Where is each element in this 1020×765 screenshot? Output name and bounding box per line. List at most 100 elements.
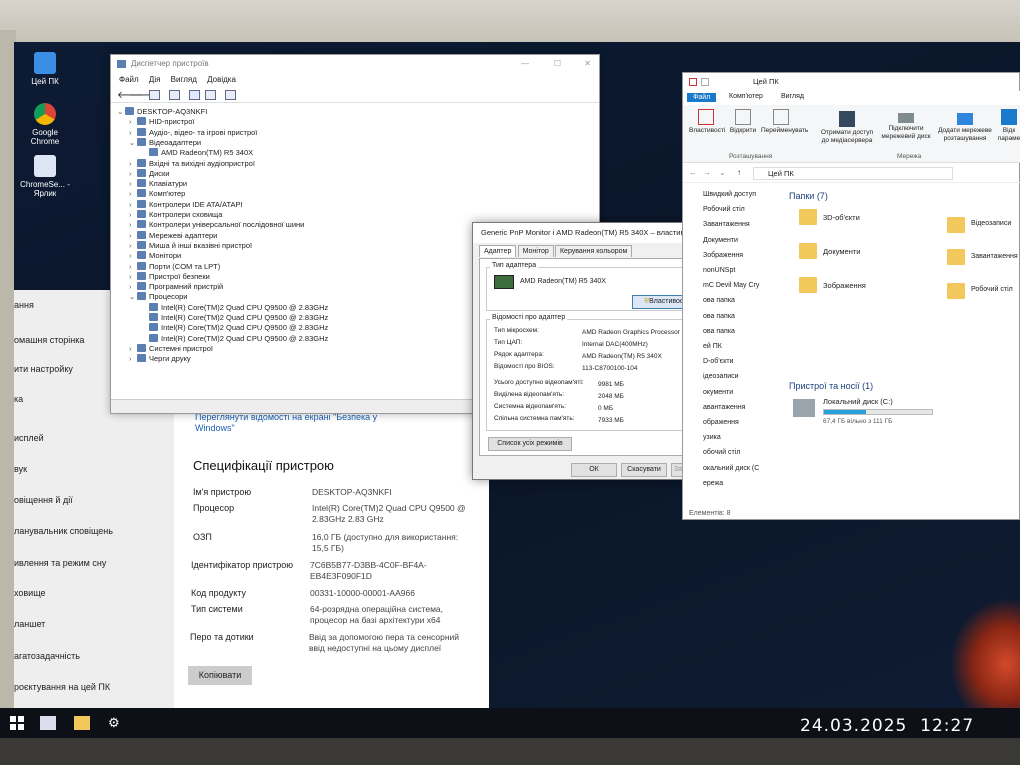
nav-item[interactable]: ання [14, 300, 34, 310]
tree-row[interactable]: › Програмний пристрій [129, 282, 223, 292]
maximize-icon[interactable]: ☐ [554, 55, 561, 73]
nav-pane-item[interactable]: D-об'єкти [703, 358, 733, 365]
folder-label[interactable]: Документи [823, 247, 860, 256]
expand-arrow-icon[interactable]: › [129, 200, 137, 210]
file-explorer-taskbar-icon[interactable] [74, 716, 90, 730]
nav-pane-item[interactable]: ображення [703, 419, 739, 426]
close-icon[interactable]: ✕ [584, 55, 591, 73]
tree-row[interactable]: › Монітори [129, 251, 181, 261]
start-icon[interactable] [10, 716, 26, 730]
address-field[interactable]: Цей ПК [753, 167, 953, 180]
menu-file[interactable]: Файл [119, 75, 139, 84]
expand-arrow-icon[interactable]: › [129, 159, 137, 169]
tree-row[interactable]: › Клавіатури [129, 179, 187, 189]
nav-pane-item[interactable]: ідеозаписи [703, 373, 739, 380]
tree-row[interactable]: › Системні пристрої [129, 343, 213, 354]
tree-row[interactable]: ⌄ Процесори [129, 292, 187, 302]
drives-header[interactable]: Пристрої та носії (1) [789, 381, 873, 391]
ribbon-open-button[interactable]: Відкрити [729, 109, 757, 135]
nav-pane-item[interactable]: окальний диск (C [703, 465, 759, 472]
nav-pane-item[interactable]: окументи [703, 389, 733, 396]
forward-icon[interactable]: → [703, 168, 711, 177]
nav-item-display[interactable]: исплей [14, 433, 44, 443]
desktop-icon-chrome-shortcut[interactable]: ChromeSe... - Ярлик [20, 155, 70, 198]
nav-pane-item[interactable]: ова папка [703, 297, 735, 304]
expand-arrow-icon[interactable]: › [129, 179, 137, 189]
tab-monitor[interactable]: Монітор [517, 245, 554, 257]
tree-row[interactable]: › Комп'ютер [129, 189, 185, 199]
nav-pane-item[interactable]: ережа [703, 480, 723, 487]
settings-gear-icon[interactable]: ⚙ [108, 716, 124, 730]
tree-row[interactable]: ⌄ Відеоадаптери [129, 137, 201, 148]
nav-item-home[interactable]: омашня сторінка [14, 335, 84, 345]
taskbar-clock[interactable]: 24.03.2025 12:27 [800, 716, 974, 736]
nav-pane-item[interactable]: Робочий стіл [703, 206, 745, 213]
expand-arrow-icon[interactable]: › [129, 354, 137, 364]
ribbon-add-location-button[interactable]: Додати мережеве розташування [937, 113, 993, 143]
nav-pane-item[interactable]: Зображення [703, 252, 743, 259]
nav-item[interactable]: ка [14, 394, 23, 404]
tree-row[interactable]: Intel(R) Core(TM)2 Quad CPU Q9500 @ 2.83… [141, 323, 328, 333]
expand-arrow-icon[interactable]: ⌄ [117, 107, 125, 117]
nav-pane-item[interactable]: ова папка [703, 328, 735, 335]
tree-row[interactable]: › Мережеві адаптери [129, 230, 217, 241]
ribbon-map-drive-button[interactable]: Підключити мережевий диск [879, 113, 933, 141]
tree-row[interactable]: › Черги друку [129, 354, 191, 364]
desktop-icon-this-pc[interactable]: Цей ПК [20, 52, 70, 86]
ribbon-properties-button[interactable]: Властивості [689, 109, 725, 135]
nav-item-focus[interactable]: ланувальник сповіщень [14, 526, 113, 536]
expand-arrow-icon[interactable]: › [129, 210, 137, 220]
drive-name[interactable]: Локальний диск (C:) [823, 397, 893, 406]
copy-button[interactable]: Копіювати [188, 666, 252, 685]
folder-label[interactable]: Завантаження [971, 253, 1018, 260]
expand-arrow-icon[interactable]: ⌄ [129, 138, 137, 148]
tree-row[interactable]: › Контролери IDE ATA/ATAPI [129, 199, 243, 210]
tree-row[interactable]: › Миша й інші вказівні пристрої [129, 240, 252, 251]
folder-label[interactable]: 3D-об'єкти [823, 213, 860, 222]
security-link[interactable]: Переглянути відомості на екрані "Безпека… [195, 412, 385, 434]
nav-item-power[interactable]: ивлення та режим сну [14, 558, 106, 568]
up-icon[interactable]: ↑ [737, 168, 741, 177]
nav-pane-item[interactable]: Швидкий доступ [703, 191, 756, 198]
nav-pane-item[interactable]: обочий стіл [703, 449, 740, 456]
expand-arrow-icon[interactable]: ⌄ [129, 292, 137, 302]
nav-item-notifications[interactable]: овіщення й дії [14, 495, 73, 505]
nav-pane-item[interactable]: узика [703, 434, 721, 441]
tree-row[interactable]: AMD Radeon(TM) R5 340X [141, 148, 253, 158]
menu-view[interactable]: Вигляд [171, 75, 197, 84]
scan-hardware-icon[interactable] [225, 90, 236, 100]
expand-arrow-icon[interactable]: › [129, 117, 137, 127]
nav-pane-item[interactable]: ей ПК [703, 343, 722, 350]
expand-arrow-icon[interactable]: › [129, 169, 137, 179]
quick-access-icon[interactable] [689, 78, 697, 86]
expand-arrow-icon[interactable]: › [129, 231, 137, 241]
folder-label[interactable]: Відеозаписи [971, 220, 1011, 227]
tree-row[interactable]: › Пристрої безпеки [129, 271, 210, 282]
expand-arrow-icon[interactable]: › [129, 220, 137, 230]
nav-pane-item[interactable]: авантаження [703, 404, 745, 411]
nav-pane-item[interactable]: nonUNSpt [703, 267, 735, 274]
expand-arrow-icon[interactable]: › [129, 128, 137, 138]
expand-arrow-icon[interactable]: › [129, 241, 137, 251]
tree-row[interactable]: Intel(R) Core(TM)2 Quad CPU Q9500 @ 2.83… [141, 302, 328, 313]
nav-pane-item[interactable]: Документи [703, 237, 738, 244]
tree-row[interactable]: › Аудіо-, відео- та ігрові пристрої [129, 127, 257, 138]
ribbon-tab-view[interactable]: Вигляд [781, 93, 804, 100]
expand-arrow-icon[interactable]: › [129, 272, 137, 282]
ribbon-tab-computer[interactable]: Комп'ютер [729, 93, 763, 100]
tree-row[interactable]: › Вхідні та вихідні аудіопристрої [129, 158, 255, 169]
nav-item-find[interactable]: ити настройку [14, 364, 73, 374]
properties-icon[interactable] [169, 90, 180, 100]
tree-row[interactable]: ⌄ DESKTOP-AQ3NKFI [117, 107, 207, 117]
nav-item-storage[interactable]: ховище [14, 588, 46, 598]
minimize-icon[interactable]: — [521, 55, 529, 73]
tree-row[interactable]: › Контролери універсальної послідовної ши… [129, 220, 304, 230]
tree-row[interactable]: › Диски [129, 168, 170, 179]
update-driver-icon[interactable] [205, 90, 216, 100]
ribbon-tab-file[interactable]: Файл [687, 93, 717, 102]
tree-row[interactable]: Intel(R) Core(TM)2 Quad CPU Q9500 @ 2.83… [141, 333, 328, 344]
recent-icon[interactable]: ⌄ [719, 168, 726, 177]
nav-pane-item[interactable]: ова папка [703, 313, 735, 320]
tab-color-management[interactable]: Керування кольором [554, 245, 633, 257]
list-all-modes-button[interactable]: Список усіх режимів [488, 437, 572, 451]
